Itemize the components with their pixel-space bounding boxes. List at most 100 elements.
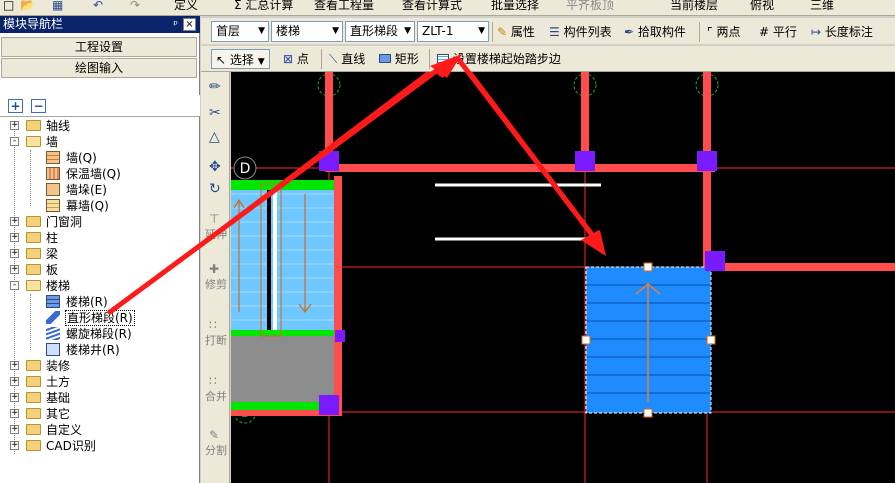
edit-toolbar: ✏ ✂ △ ✥ ↻ ⊤ 延伸 ✚ 修剪 ∷ 打断 ∷ 合并 ✎ 分割: [201, 72, 230, 483]
pick-component-button[interactable]: ✒ 拾取构件: [624, 22, 686, 42]
tree-item-insulation-wall[interactable]: 保温墙(Q): [46, 166, 196, 182]
tree-label: 幕墙(Q): [66, 199, 109, 213]
drawing-input-button[interactable]: 绘图输入: [1, 58, 197, 78]
select-button[interactable]: ↖ 选择 ▼: [211, 49, 270, 69]
tree-item-stairs[interactable]: - 楼梯: [10, 278, 190, 294]
tree-label: 直形梯段(R): [65, 310, 135, 326]
wall: [325, 164, 715, 172]
list-icon: ☰: [549, 25, 560, 39]
trim-button[interactable]: 修剪: [205, 278, 227, 291]
expand-icon[interactable]: +: [10, 425, 19, 434]
expand-icon[interactable]: +: [10, 377, 19, 386]
close-icon[interactable]: ×: [183, 18, 196, 31]
tree-item-spiral-flight[interactable]: 螺旋梯段(R): [46, 326, 196, 342]
break-button[interactable]: 打断: [205, 334, 227, 347]
component-select[interactable]: ZLT-1 ▼: [417, 21, 489, 42]
cursor-icon: ↖: [216, 53, 227, 67]
project-settings-button[interactable]: 工程设置: [1, 37, 197, 57]
collapse-all-icon[interactable]: −: [31, 99, 46, 113]
top-view-button[interactable]: 俯视: [750, 0, 774, 14]
tree-item-axis[interactable]: + 轴线: [10, 118, 190, 134]
tree-item-wall[interactable]: - 墙: [10, 134, 190, 150]
view-quantity-label: 查看工程量: [314, 0, 375, 12]
expand-icon[interactable]: +: [10, 249, 19, 258]
expand-icon[interactable]: +: [10, 233, 19, 242]
new-file-icon[interactable]: □: [3, 0, 14, 14]
category-value: 楼梯: [276, 24, 301, 38]
type-select[interactable]: 直形梯段 ▼: [345, 21, 415, 42]
3d-view-button[interactable]: 三维: [810, 0, 834, 14]
batch-select-button[interactable]: 批量选择: [491, 0, 539, 14]
view-formula-button[interactable]: 查看计算式: [402, 0, 462, 14]
collapse-icon[interactable]: -: [10, 137, 19, 146]
rect-button[interactable]: 矩形: [379, 49, 419, 69]
tree-item-other[interactable]: + 其它: [10, 406, 190, 422]
tree-label: 墙(Q): [66, 151, 97, 165]
floor-select[interactable]: 首层 ▼: [211, 21, 269, 42]
point-icon: ⊠: [283, 52, 294, 66]
tree-item-slab[interactable]: + 板: [10, 262, 190, 278]
tree-item-wall-pier[interactable]: 墙垛(E): [46, 182, 196, 198]
wall: [711, 263, 895, 271]
tree-item-curtain-wall[interactable]: 幕墙(Q): [46, 198, 196, 214]
rotate-icon[interactable]: ↻: [209, 182, 223, 196]
tree-item-foundation[interactable]: + 基础: [10, 390, 190, 406]
tree-item-beam[interactable]: + 梁: [10, 246, 190, 262]
move-icon[interactable]: ✥: [209, 160, 223, 174]
tree-item-custom[interactable]: + 自定义: [10, 422, 190, 438]
view-quantity-button[interactable]: 查看工程量: [314, 0, 374, 14]
expand-icon[interactable]: +: [10, 121, 19, 130]
mirror-icon[interactable]: △: [209, 130, 223, 144]
expand-icon[interactable]: +: [10, 409, 19, 418]
stair-step-icon: [437, 53, 449, 66]
tree-label: 自定义: [46, 423, 83, 437]
open-folder-icon[interactable]: 📂: [20, 0, 35, 14]
pen-icon[interactable]: ✏: [209, 80, 223, 94]
point-button[interactable]: ⊠ 点: [283, 49, 309, 69]
save-icon[interactable]: ▦: [52, 0, 63, 14]
extend-button[interactable]: 延伸: [205, 228, 227, 241]
collapse-icon[interactable]: -: [10, 281, 19, 290]
length-mark-button[interactable]: ↦ 长度标注: [811, 22, 873, 42]
two-points-icon: ⌜: [707, 25, 713, 39]
tree-item-decoration[interactable]: + 装修: [10, 358, 190, 374]
line-button[interactable]: ⟍ 直线: [329, 49, 365, 69]
properties-button[interactable]: ✎ 属性: [497, 22, 535, 42]
expand-icon[interactable]: +: [10, 361, 19, 370]
stair-well-line: [273, 190, 277, 330]
align-slab-top-button[interactable]: 平齐板顶: [566, 0, 614, 14]
sum-calc-button[interactable]: Σ 汇总计算: [234, 0, 293, 14]
axis-label-d: D: [240, 161, 251, 177]
stair-well-line: [267, 190, 271, 330]
expand-icon[interactable]: +: [10, 441, 19, 450]
tree-item-doors-windows[interactable]: + 门窗洞: [10, 214, 190, 230]
component-list-button[interactable]: ☰ 构件列表: [549, 22, 612, 42]
drawing-canvas[interactable]: D C B: [231, 72, 895, 483]
expand-all-icon[interactable]: +: [8, 99, 23, 113]
parallel-label: 平行: [772, 25, 797, 39]
merge-button[interactable]: 合并: [205, 390, 227, 403]
expand-icon[interactable]: +: [10, 265, 19, 274]
tree-item-straight-flight[interactable]: 直形梯段(R): [46, 310, 196, 326]
undo-icon[interactable]: ↶: [93, 0, 103, 14]
define-button[interactable]: 定义: [174, 0, 198, 14]
current-floor-button[interactable]: 当前楼层: [670, 0, 718, 14]
two-points-button[interactable]: ⌜ 两点: [707, 22, 740, 42]
tree-item-column[interactable]: + 柱: [10, 230, 190, 246]
pin-icon[interactable]: ᵖ: [173, 16, 178, 33]
tree-item-stair-r[interactable]: 楼梯(R): [46, 294, 196, 310]
component-toolbar: 首层 ▼ 楼梯 ▼ 直形梯段 ▼ ZLT-1 ▼ ✎ 属性 ☰ 构件列表 ✒ 拾取构件 …: [201, 18, 895, 45]
expand-icon[interactable]: +: [10, 393, 19, 402]
split-button[interactable]: 分割: [205, 444, 227, 457]
scissors-icon[interactable]: ✂: [209, 106, 223, 120]
parallel-button[interactable]: # 平行: [759, 22, 797, 42]
tree-item-stairwell[interactable]: 楼梯井(R): [46, 342, 196, 358]
set-start-step-button[interactable]: 设置楼梯起始踏步边: [437, 49, 561, 69]
tree-item-earthwork[interactable]: + 土方: [10, 374, 190, 390]
expand-icon[interactable]: +: [10, 217, 19, 226]
category-select[interactable]: 楼梯 ▼: [271, 21, 343, 42]
arrowhead: [581, 230, 604, 255]
tree-item-cad-recognition[interactable]: + CAD识别: [10, 438, 190, 454]
redo-icon[interactable]: ↷: [130, 0, 140, 14]
tree-item-wall-q[interactable]: 墙(Q): [46, 150, 196, 166]
